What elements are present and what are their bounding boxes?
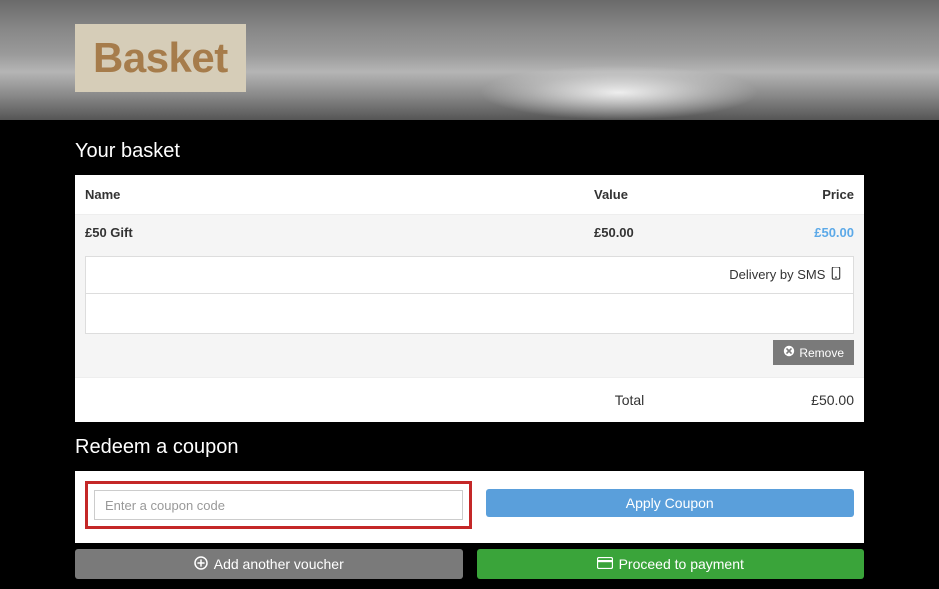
bottom-actions: Add another voucher Proceed to payment <box>75 549 864 579</box>
coupon-heading: Redeem a coupon <box>75 436 864 459</box>
item-price-link[interactable]: £50.00 <box>734 225 854 240</box>
col-header-value: Value <box>594 187 734 202</box>
apply-coupon-button[interactable]: Apply Coupon <box>486 489 855 517</box>
message-box <box>85 294 854 334</box>
total-row: Total £50.00 <box>75 377 864 422</box>
proceed-label: Proceed to payment <box>619 556 744 572</box>
phone-icon <box>831 267 841 283</box>
remove-button[interactable]: Remove <box>773 340 854 365</box>
proceed-payment-button[interactable]: Proceed to payment <box>477 549 865 579</box>
delivery-info: Delivery by SMS <box>85 256 854 294</box>
item-name: £50 Gift <box>85 225 594 240</box>
coupon-input[interactable] <box>94 490 463 520</box>
col-header-name: Name <box>85 187 594 202</box>
remove-icon <box>783 345 795 360</box>
page-title-box: Basket <box>75 24 246 92</box>
col-header-price: Price <box>734 187 854 202</box>
add-voucher-button[interactable]: Add another voucher <box>75 549 463 579</box>
coupon-panel: Apply Coupon <box>75 471 864 543</box>
page-title: Basket <box>93 34 228 81</box>
credit-card-icon <box>597 556 613 572</box>
remove-label: Remove <box>799 346 844 360</box>
item-detail-block: Delivery by SMS Remove <box>75 250 864 377</box>
table-row: £50 Gift £50.00 £50.00 <box>75 215 864 250</box>
basket-table-header: Name Value Price <box>75 175 864 215</box>
basket-heading: Your basket <box>75 140 864 163</box>
delivery-text: Delivery by SMS <box>729 267 825 282</box>
total-label: Total <box>85 392 734 408</box>
item-value: £50.00 <box>594 225 734 240</box>
add-voucher-label: Add another voucher <box>214 556 344 572</box>
coupon-input-highlight <box>85 481 472 529</box>
basket-panel: Name Value Price £50 Gift £50.00 £50.00 … <box>75 175 864 422</box>
total-amount: £50.00 <box>734 392 854 408</box>
plus-circle-icon <box>194 556 208 573</box>
hero-banner: Basket <box>0 0 939 120</box>
